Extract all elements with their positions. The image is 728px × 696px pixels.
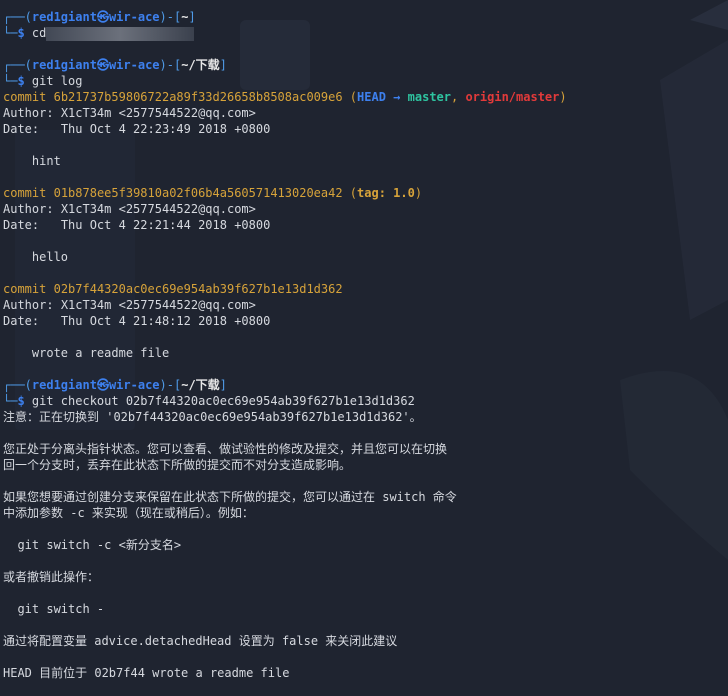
commit-hash: 01b878ee5f39810a02f06b4a560571413020ea42 bbox=[53, 186, 343, 200]
commit-message-text: hint bbox=[31, 154, 61, 168]
commit-line: commit 6b21737b59806722a89f33d26658b8508… bbox=[3, 90, 567, 104]
command-line: └─$ git checkout 02b7f44320ac0ec69e954ab… bbox=[3, 394, 415, 408]
commit-message-text: wrote a readme file bbox=[31, 346, 170, 360]
date-value: Thu Oct 4 21:48:12 2018 +0800 bbox=[60, 314, 271, 328]
prompt-user: red1giant bbox=[31, 378, 97, 392]
output-line: HEAD 目前位于 02b7f44 wrote a readme file bbox=[3, 666, 290, 680]
command-line: └─$ git log bbox=[3, 74, 83, 88]
prompt-host: wir-ace bbox=[108, 10, 160, 24]
redacted-path bbox=[46, 26, 195, 41]
output-line: 或者撤销此操作： bbox=[3, 570, 100, 584]
prompt-header: ┌──(red1giant㉿wir-ace)-[~/下载] bbox=[3, 58, 227, 72]
output-line: 中添加参数 -c 来实现（现在或稍后）。例如： bbox=[3, 506, 254, 520]
output-line: 如果您想要通过创建分支来保留在此状态下所做的提交，您可以通过在 switch 命… bbox=[3, 490, 457, 504]
output-line: 您正处于分离头指针状态。您可以查看、做试验性的修改及提交，并且您可以在切换 bbox=[3, 442, 448, 456]
output-line: 通过将配置变量 advice.detachedHead 设置为 false 来关… bbox=[3, 634, 398, 648]
commit-word: commit bbox=[3, 186, 47, 200]
command-text: git log bbox=[31, 74, 83, 88]
commit-hash: 6b21737b59806722a89f33d26658b8508ac009e6 bbox=[53, 90, 343, 104]
command-text: git checkout 02b7f44320ac0ec69e954ab39f6… bbox=[31, 394, 415, 408]
prompt-header: ┌──(red1giant㉿wir-ace)-[~] bbox=[3, 10, 196, 24]
date-label: Date: bbox=[3, 314, 40, 328]
author-label: Author: bbox=[3, 106, 54, 120]
commit-line: commit 02b7f44320ac0ec69e954ab39f627b1e1… bbox=[3, 281, 567, 297]
prompt-host: wir-ace bbox=[108, 58, 160, 72]
prompt-at-symbol: ㉿ bbox=[96, 58, 109, 72]
author-value: X1cT34m <2577544522@qq.com> bbox=[60, 106, 256, 120]
author-line: Author: X1cT34m <2577544522@qq.com> bbox=[3, 201, 567, 217]
output-line: 回一个分支时，丢弃在此状态下所做的提交而不对分支造成影响。 bbox=[3, 458, 352, 472]
author-label: Author: bbox=[3, 202, 54, 216]
date-line: Date: Thu Oct 4 21:48:12 2018 +0800 bbox=[3, 313, 567, 329]
commit-message-text: hello bbox=[31, 250, 69, 264]
author-line: Author: X1cT34m <2577544522@qq.com> bbox=[3, 105, 567, 121]
remote-ref: origin/master bbox=[465, 90, 560, 104]
commit-line: commit 01b878ee5f39810a02f06b4a560571413… bbox=[3, 186, 423, 200]
command-line: └─$ cd bbox=[3, 25, 567, 41]
head-ref: HEAD bbox=[357, 90, 386, 104]
commit-message: wrote a readme file bbox=[3, 345, 567, 361]
date-value: Thu Oct 4 22:21:44 2018 +0800 bbox=[60, 218, 271, 232]
date-label: Date: bbox=[3, 218, 40, 232]
prompt-directory: ~/下载 bbox=[181, 378, 220, 392]
author-value: X1cT34m <2577544522@qq.com> bbox=[60, 202, 256, 216]
output-line: git switch -c <新分支名> bbox=[3, 538, 182, 552]
prompt-at-symbol: ㉿ bbox=[96, 378, 109, 392]
branch-ref: master bbox=[407, 90, 451, 104]
commit-message: hello bbox=[3, 249, 567, 265]
commit-word: commit bbox=[3, 282, 47, 296]
prompt-user: red1giant bbox=[31, 58, 97, 72]
output-line: git switch - bbox=[3, 602, 105, 616]
output-line: 注意：正在切换到 '02b7f44320ac0ec69e954ab39f627b… bbox=[3, 410, 422, 424]
prompt-user: red1giant bbox=[31, 10, 97, 24]
commit-message: hint bbox=[3, 153, 567, 169]
date-line: Date: Thu Oct 4 22:23:49 2018 +0800 bbox=[3, 121, 567, 137]
command-text: cd bbox=[31, 26, 47, 40]
author-line: Author: X1cT34m <2577544522@qq.com> bbox=[3, 297, 567, 313]
author-label: Author: bbox=[3, 298, 54, 312]
prompt-at-symbol: ㉿ bbox=[96, 10, 109, 24]
prompt-header: ┌──(red1giant㉿wir-ace)-[~/下载] bbox=[3, 378, 227, 392]
date-value: Thu Oct 4 22:23:49 2018 +0800 bbox=[60, 122, 271, 136]
author-value: X1cT34m <2577544522@qq.com> bbox=[60, 298, 256, 312]
date-label: Date: bbox=[3, 122, 40, 136]
date-line: Date: Thu Oct 4 22:21:44 2018 +0800 bbox=[3, 217, 567, 233]
commit-word: commit bbox=[3, 90, 47, 104]
tag-ref: tag: 1.0 bbox=[357, 186, 415, 200]
prompt-directory: ~/下载 bbox=[181, 58, 220, 72]
prompt-host: wir-ace bbox=[108, 378, 160, 392]
terminal-output: ┌──(red1giant㉿wir-ace)-[~] └─$ cd ┌──(re… bbox=[3, 9, 567, 681]
commit-hash: 02b7f44320ac0ec69e954ab39f627b1e13d1d362 bbox=[53, 282, 343, 296]
